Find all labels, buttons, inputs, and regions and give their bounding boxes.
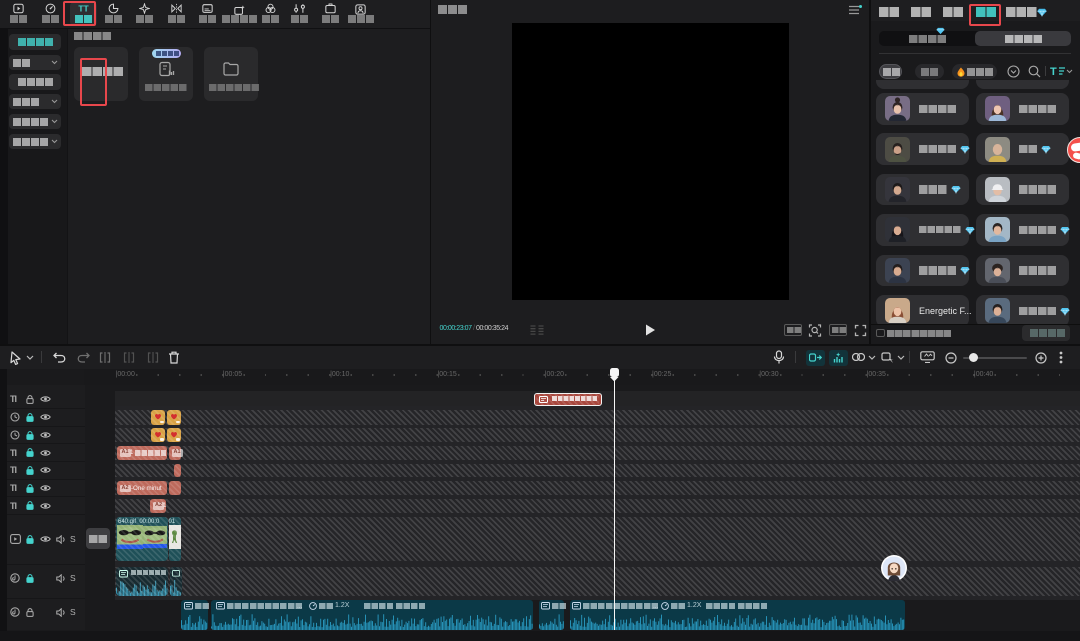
svg-text:T: T xyxy=(1050,66,1057,77)
